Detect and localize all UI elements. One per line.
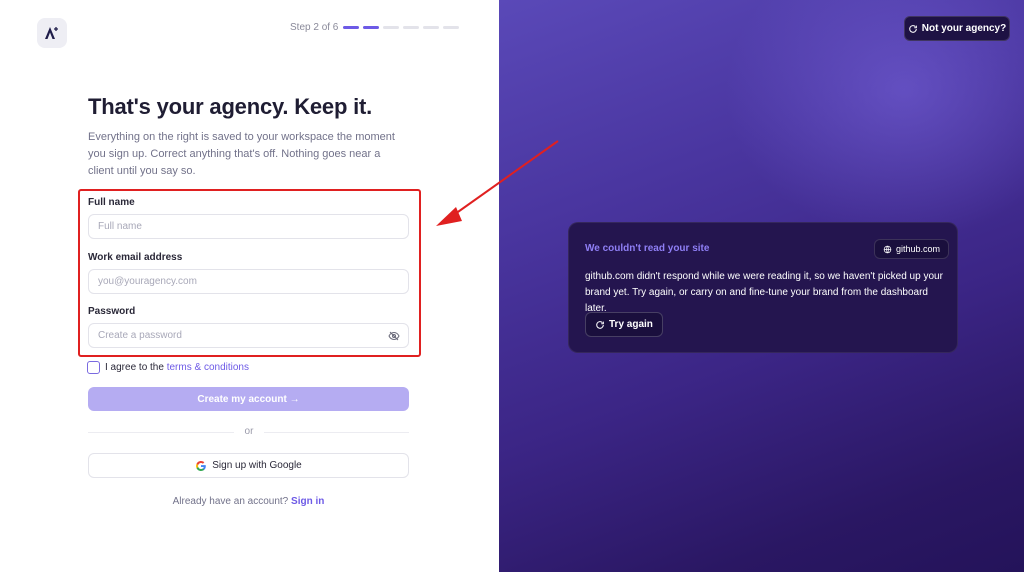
password-input[interactable]: [88, 323, 409, 348]
step-dot-3: [383, 26, 399, 29]
google-icon: [196, 460, 207, 471]
divider-right: [264, 432, 409, 433]
signin-prompt: Already have an account? Sign in: [88, 496, 409, 507]
terms-prefix: I agree to the: [105, 362, 167, 373]
signin-link[interactable]: Sign in: [291, 496, 324, 507]
step-dot-2: [363, 26, 379, 29]
app-logo-icon[interactable]: [37, 18, 67, 48]
not-your-agency-label: Not your agency?: [921, 23, 1007, 34]
create-account-button[interactable]: Create my account →: [88, 387, 409, 411]
step-dot-1: [343, 26, 359, 29]
annotation-arrow-icon: [436, 140, 559, 226]
step-dot-4: [403, 26, 419, 29]
google-signup-label: Sign up with Google: [212, 460, 302, 471]
step-indicator-label: Step 2 of 6: [290, 22, 339, 33]
eye-off-icon[interactable]: [388, 330, 400, 342]
site-read-error-card: We couldn't read your site github.com gi…: [568, 222, 958, 353]
error-card-title: We couldn't read your site: [585, 243, 710, 254]
full-name-label: Full name: [88, 197, 135, 208]
step-dot-6: [443, 26, 459, 29]
page-title: That's your agency. Keep it.: [88, 94, 373, 119]
try-again-button[interactable]: Try again: [585, 312, 663, 337]
email-label: Work email address: [88, 252, 183, 263]
site-chip-label: github.com: [896, 244, 941, 254]
globe-icon: [883, 245, 892, 253]
try-again-label: Try again: [609, 319, 653, 330]
step-dot-5: [423, 26, 439, 29]
site-chip: github.com: [874, 239, 950, 259]
signup-panel: Step 2 of 6 That's your agency. Keep it.…: [0, 0, 499, 572]
refresh-icon: [908, 24, 917, 33]
password-label: Password: [88, 306, 136, 317]
signin-prompt-text: Already have an account?: [172, 496, 289, 507]
terms-text: I agree to the terms & conditions: [105, 362, 249, 373]
email-input[interactable]: [88, 269, 409, 294]
not-your-agency-button[interactable]: Not your agency?: [904, 16, 1010, 41]
error-card-message: github.com didn't respond while we were …: [585, 271, 943, 314]
divider-left: [88, 432, 234, 433]
terms-link[interactable]: terms & conditions: [167, 362, 249, 373]
refresh-icon: [596, 320, 604, 329]
intro-text: Everything on the right is saved to your…: [88, 131, 395, 177]
terms-checkbox[interactable]: [87, 361, 100, 374]
divider-or: or: [244, 426, 254, 437]
google-signup-button[interactable]: Sign up with Google: [88, 453, 409, 478]
step-progress: [343, 26, 459, 29]
full-name-input[interactable]: [88, 214, 409, 239]
